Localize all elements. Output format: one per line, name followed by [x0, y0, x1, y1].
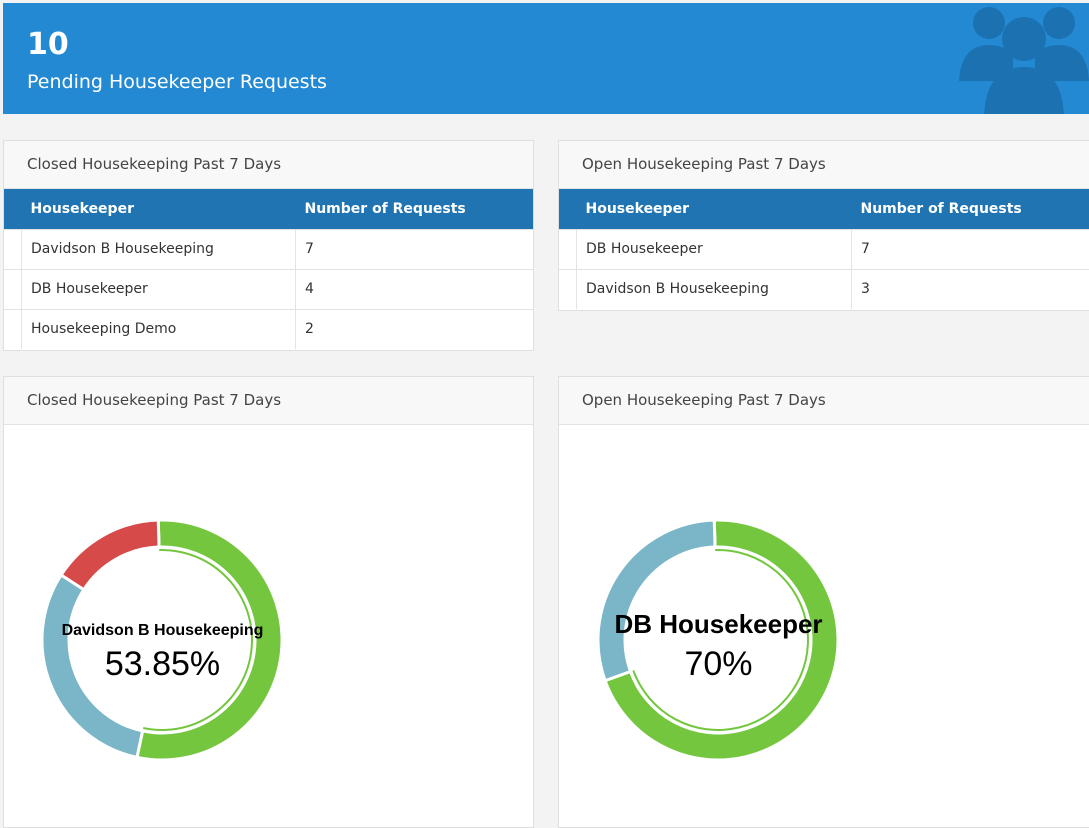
donut-center-value: 70% [596, 645, 841, 684]
cell-requests: 4 [296, 269, 534, 309]
table-row[interactable]: Housekeeping Demo 2 [4, 309, 533, 349]
pending-requests-banner: 10 Pending Housekeeper Requests [3, 3, 1089, 114]
cell-housekeeper: DB Housekeeper [22, 269, 296, 309]
cell-housekeeper: Davidson B Housekeeping [577, 269, 852, 309]
table-row[interactable]: DB Housekeeper 4 [4, 269, 533, 309]
closed-donut-chart [40, 517, 285, 767]
table-row[interactable]: DB Housekeeper 7 [559, 229, 1089, 269]
column-header-requests[interactable]: Number of Requests [296, 189, 534, 229]
panel-title: Open Housekeeping Past 7 Days [559, 141, 1089, 189]
table-header-row: Housekeeper Number of Requests [559, 189, 1089, 229]
cell-requests: 7 [296, 229, 534, 269]
table-row[interactable]: Davidson B Housekeeping 7 [4, 229, 533, 269]
open-table-panel: Open Housekeeping Past 7 Days Housekeepe… [558, 140, 1089, 311]
column-header-housekeeper[interactable]: Housekeeper [22, 189, 296, 229]
cell-housekeeper: Davidson B Housekeeping [22, 229, 296, 269]
open-requests-table: Housekeeper Number of Requests DB Housek… [559, 189, 1089, 309]
panel-title: Open Housekeeping Past 7 Days [559, 377, 1089, 425]
column-header-requests[interactable]: Number of Requests [852, 189, 1089, 229]
open-donut-chart [596, 517, 841, 767]
cell-housekeeper: DB Housekeeper [577, 229, 852, 269]
cell-housekeeper: Housekeeping Demo [22, 309, 296, 349]
panel-title: Closed Housekeeping Past 7 Days [4, 377, 533, 425]
donut-slice-housekeeping-demo[interactable] [61, 520, 159, 590]
column-header-housekeeper[interactable]: Housekeeper [577, 189, 852, 229]
closed-table-panel: Closed Housekeeping Past 7 Days Housekee… [3, 140, 534, 351]
cell-requests: 3 [852, 269, 1089, 309]
closed-requests-table: Housekeeper Number of Requests Davidson … [4, 189, 533, 349]
table-header-row: Housekeeper Number of Requests [4, 189, 533, 229]
donut-center-name: Davidson B Housekeeping [40, 622, 285, 640]
pending-label: Pending Housekeeper Requests [27, 71, 327, 93]
table-row[interactable]: Davidson B Housekeeping 3 [559, 269, 1089, 309]
donut-highlight-ring [632, 549, 809, 731]
cell-requests: 2 [296, 309, 534, 349]
users-icon [949, 3, 1089, 114]
cell-requests: 7 [852, 229, 1089, 269]
pending-count: 10 [27, 27, 69, 62]
donut-center-name: DB Housekeeper [596, 609, 841, 640]
donut-slice-davidson-b-housekeeping[interactable] [137, 520, 282, 760]
panel-title: Closed Housekeeping Past 7 Days [4, 141, 533, 189]
donut-center-value: 53.85% [40, 645, 285, 684]
